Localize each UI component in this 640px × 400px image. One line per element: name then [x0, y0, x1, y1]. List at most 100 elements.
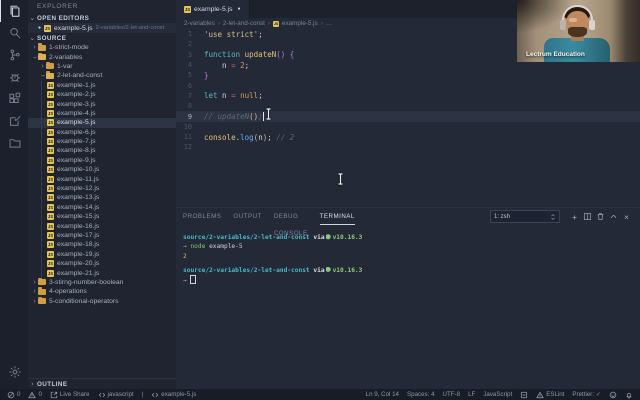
tree-item-file[interactable]: JS example-3.js [28, 99, 176, 108]
js-file-icon: JS [44, 24, 52, 32]
open-editor-name: example-5.js [54, 24, 93, 32]
warning-status[interactable]: 0 [28, 391, 42, 399]
tree-item-file[interactable]: JS example-17.js [28, 231, 176, 240]
tree-item-file[interactable]: JS example-13.js [28, 193, 176, 202]
chevron-icon: › [33, 278, 36, 286]
language-indicator-status[interactable]: javascript [98, 391, 134, 399]
terminal-shell-select[interactable]: 1: zsh [490, 210, 560, 223]
error-status[interactable]: 0 [7, 391, 20, 399]
open-editors-header[interactable]: ⌄ OPEN EDITORS [28, 13, 176, 23]
code-line[interactable]: 11 console.log(n); // 2 [176, 132, 640, 142]
tree-item-file[interactable]: JS example-19.js [28, 250, 176, 259]
code-line[interactable]: 5} [176, 70, 640, 80]
code-line[interactable]: 6 [176, 80, 640, 90]
tree-item-file[interactable]: JS example-7.js [28, 137, 176, 146]
chevron-icon: › [33, 288, 36, 296]
code-line[interactable]: 10 [176, 122, 640, 132]
status-text[interactable]: UTF-8 [443, 391, 461, 398]
tree-item-file[interactable]: JS example-12.js [28, 184, 176, 193]
folder-icon[interactable] [0, 132, 29, 154]
bell-status[interactable] [625, 391, 633, 399]
new-terminal-icon[interactable]: + [568, 212, 581, 222]
tree-item-file[interactable]: JS example-2.js [28, 90, 176, 99]
tree-item-file[interactable]: JS example-8.js [28, 146, 176, 155]
error-icon [7, 391, 15, 399]
tree-item-folder[interactable]: › 3-stirng-number-boolean [28, 277, 176, 287]
tree-item-folder[interactable]: › 1-var [28, 61, 176, 71]
status-text[interactable]: JavaScript [483, 391, 512, 398]
tree-item-folder[interactable]: › 4-operations [28, 287, 176, 296]
line-number: 1 [187, 30, 192, 39]
tree-item-file[interactable]: JS example-10.js [28, 165, 176, 174]
status-text[interactable]: Spaces: 4 [407, 391, 435, 398]
js-file-icon: JS [47, 175, 54, 183]
panel-tab-output[interactable]: OUTPUT [233, 208, 261, 225]
open-editor-item[interactable]: ● JS example-5.js 2-variables/2-let-and-… [28, 23, 176, 33]
panel-tabs: PROBLEMS OUTPUT DEBUG CONSOLE TERMINAL [183, 208, 367, 237]
tree-item-file[interactable]: JS example-1.js [28, 81, 176, 90]
modified-dot-icon: ● [237, 6, 241, 12]
explorer-sidebar: EXPLORER ⌄ OPEN EDITORS ● JS example-5.j… [28, 0, 177, 389]
settings-gear-icon[interactable] [0, 361, 29, 383]
panel-tab-problems[interactable]: PROBLEMS [183, 208, 221, 225]
close-panel-icon[interactable]: × [620, 212, 633, 222]
source-section-header[interactable]: ⌄ SOURCE [28, 33, 176, 43]
code-line[interactable]: 9// updateN(); [176, 111, 640, 122]
terminal[interactable]: source/2-variables/2-let-and-const via v1… [176, 225, 640, 285]
breadcrumb-item: example-5.js [282, 20, 318, 27]
explorer-icon[interactable] [0, 0, 29, 22]
status-text[interactable]: Prettier: ✓ [572, 391, 601, 398]
status-text[interactable]: LF [468, 391, 475, 398]
extensions-icon[interactable] [0, 88, 29, 110]
tree-item-folder[interactable]: › 5-conditional-operators [28, 296, 176, 306]
js-file-icon: JS [47, 260, 54, 268]
maximize-panel-icon[interactable] [607, 212, 620, 221]
js-file-icon: JS [47, 222, 54, 230]
source-control-icon[interactable] [0, 44, 29, 66]
kill-terminal-icon[interactable] [594, 212, 607, 221]
panel-tab-debug-console[interactable]: DEBUG CONSOLE [274, 208, 308, 237]
js-file-icon: JS [47, 232, 54, 239]
edit-square-icon[interactable] [0, 110, 29, 132]
status-text[interactable]: Ln 9, Col 14 [366, 391, 399, 398]
tree-item-folder[interactable]: › 2-let-and-const [28, 71, 176, 80]
line-number: 6 [187, 81, 192, 90]
outline-section-header[interactable]: › OUTLINE [28, 378, 176, 389]
smiley-status[interactable] [609, 391, 617, 399]
bell-icon [625, 391, 633, 399]
tab-example-5[interactable]: JS example-5.js ● [176, 0, 250, 18]
tree-item-file[interactable]: JS example-18.js [28, 240, 176, 249]
folder-icon [38, 277, 46, 286]
debug-icon[interactable] [0, 66, 29, 88]
tree-item-folder[interactable]: › 1-strict-mode [28, 43, 176, 52]
tree-item-file[interactable]: JS example-6.js [28, 128, 176, 137]
line-number: 2 [187, 40, 192, 49]
tree-item-file[interactable]: JS example-14.js [28, 203, 176, 212]
tree-item-folder[interactable]: › 2-variables [28, 52, 176, 61]
tree-item-file[interactable]: JS example-11.js [28, 174, 176, 183]
tree-item-file[interactable]: JS example-21.js [28, 268, 176, 277]
webcam-watermark: Lectrum Education [526, 51, 585, 58]
search-icon[interactable] [0, 22, 29, 44]
code-line[interactable]: 8 [176, 101, 640, 111]
tree-item-file[interactable]: JS example-16.js [28, 221, 176, 230]
language-indicator-status[interactable]: example-5.js [151, 391, 196, 399]
tree-item-file[interactable]: JS example-15.js [28, 212, 176, 221]
panel-tab-terminal[interactable]: TERMINAL [319, 208, 355, 225]
code-line[interactable]: 7 let n = null; [176, 91, 640, 101]
code-line[interactable]: 12 [176, 142, 640, 152]
chevron-icon: › [33, 44, 36, 52]
webcam-overlay: Lectrum Education [517, 0, 640, 62]
terminal-line: source/2-variables/2-let-and-const via v1… [183, 234, 363, 241]
live-share-status[interactable]: Live Share [50, 391, 90, 399]
tree-item-file[interactable]: JS example-20.js [28, 259, 176, 268]
tree-item-file[interactable]: JS example-5.js [28, 118, 176, 128]
warning-status[interactable]: ESLint [536, 391, 564, 399]
tree-item-file[interactable]: JS example-4.js [28, 109, 176, 118]
terminal-line: → node example-5 [183, 243, 243, 251]
js-file-icon: JS [47, 138, 54, 146]
status-square-status[interactable] [520, 391, 528, 399]
tree-item-file[interactable]: JS example-9.js [28, 156, 176, 165]
split-terminal-icon[interactable] [581, 212, 594, 221]
status-text[interactable]: | [142, 391, 144, 398]
